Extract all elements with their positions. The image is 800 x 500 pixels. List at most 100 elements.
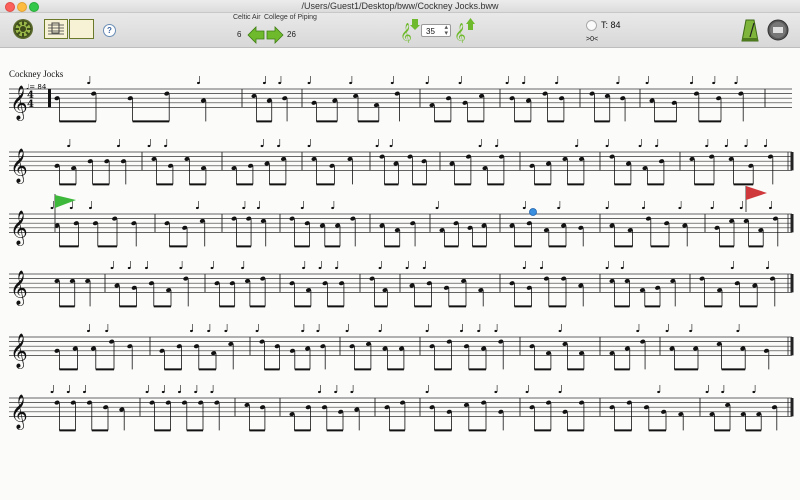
transpose-down-icon[interactable]: 𝄞 xyxy=(400,17,420,43)
grace-note xyxy=(307,81,311,85)
grace-note xyxy=(678,206,682,210)
right-arrow-icon[interactable] xyxy=(266,26,284,44)
composer-label: College of Piping xyxy=(264,14,317,21)
grace-note xyxy=(378,266,382,270)
grace-note xyxy=(645,81,649,85)
grace-note xyxy=(522,206,526,210)
grace-note xyxy=(50,390,54,394)
grace-note xyxy=(161,390,165,394)
grace-note xyxy=(435,206,439,210)
grace-note xyxy=(375,144,379,148)
view-mode-toggle[interactable] xyxy=(44,19,94,39)
grace-note xyxy=(705,390,709,394)
grace-note xyxy=(657,390,660,394)
grace-note xyxy=(197,81,200,85)
score-title: Cockney Jocks xyxy=(9,69,64,79)
grace-note xyxy=(494,329,498,333)
grace-note xyxy=(117,144,120,148)
grace-note xyxy=(66,390,70,394)
grace-note xyxy=(334,390,337,394)
grace-note xyxy=(89,206,92,210)
grace-note xyxy=(349,81,352,85)
grace-note xyxy=(478,144,482,148)
metronome-icon[interactable] xyxy=(740,17,760,43)
grace-note xyxy=(164,144,167,148)
grace-note xyxy=(525,390,529,394)
grace-note xyxy=(505,81,509,85)
grace-note xyxy=(458,81,462,85)
left-arrow-icon[interactable] xyxy=(247,26,265,44)
grace-note xyxy=(555,81,558,85)
grace-note xyxy=(350,390,354,394)
start-flag-icon xyxy=(55,195,76,208)
next-value: 26 xyxy=(287,30,296,39)
tempo-label: T: 84 xyxy=(601,20,621,30)
grace-note xyxy=(642,206,645,210)
grace-note xyxy=(345,329,349,333)
treble-clef-icon: 𝄞 xyxy=(10,333,28,369)
grace-note xyxy=(494,390,498,394)
grace-note xyxy=(752,390,756,394)
prev-value: 6 xyxy=(237,30,242,39)
grace-note xyxy=(50,206,54,210)
grace-note xyxy=(422,266,426,270)
grace-note xyxy=(256,206,260,210)
help-button[interactable]: ? xyxy=(103,24,116,37)
grace-note xyxy=(210,266,214,270)
gear-icon[interactable] xyxy=(12,18,34,40)
octave-stepper[interactable]: 35 ▴ ▾ xyxy=(421,24,451,37)
tempo-dot-icon[interactable] xyxy=(586,20,597,32)
end-flag-icon xyxy=(746,186,767,200)
grace-note xyxy=(145,390,149,394)
grace-note xyxy=(178,390,181,394)
grace-note xyxy=(195,206,199,210)
grace-note xyxy=(405,266,409,270)
grace-note xyxy=(262,81,266,85)
grace-note xyxy=(730,266,734,270)
grace-note xyxy=(744,144,748,148)
grace-note xyxy=(241,266,244,270)
repeat-bar xyxy=(48,89,51,108)
transpose-label: >0< xyxy=(586,36,599,43)
grace-note xyxy=(318,266,322,270)
grace-note xyxy=(331,206,334,210)
treble-clef-icon: 𝄞 xyxy=(10,210,28,246)
time-signature-bottom: 4 xyxy=(27,99,34,110)
grace-note xyxy=(724,144,728,148)
grace-note xyxy=(224,329,228,333)
grace-note xyxy=(705,144,708,148)
grace-note xyxy=(190,329,193,333)
stop-button-icon[interactable] xyxy=(767,19,789,41)
grace-note xyxy=(260,144,264,148)
grace-note xyxy=(522,81,525,85)
grace-note xyxy=(255,329,259,333)
grace-note xyxy=(278,81,282,85)
grace-note xyxy=(636,329,640,333)
grace-note xyxy=(605,206,609,210)
stepper-arrows-icon[interactable]: ▴ ▾ xyxy=(444,24,448,37)
grace-note xyxy=(145,266,148,270)
grace-note xyxy=(690,81,693,85)
grace-note xyxy=(307,144,311,148)
svg-text:𝄞: 𝄞 xyxy=(454,22,466,43)
transpose-up-icon[interactable]: 𝄞 xyxy=(454,17,476,43)
grace-note xyxy=(540,266,543,270)
grace-note xyxy=(69,206,73,210)
grace-note xyxy=(522,266,526,270)
score-canvas[interactable]: 𝄞 𝄞 𝄞 𝄞 𝄞 𝄞 ♩= 84 4 4 Cockney Jocks xyxy=(0,48,800,500)
grace-note xyxy=(300,206,304,210)
grace-note xyxy=(620,266,624,270)
grace-note xyxy=(736,329,740,333)
grace-note xyxy=(179,266,183,270)
grace-note xyxy=(460,329,463,333)
treble-clef-icon: 𝄞 xyxy=(10,394,28,430)
grace-note xyxy=(87,81,90,85)
grace-note xyxy=(557,206,560,210)
grace-note xyxy=(378,329,382,333)
grace-note xyxy=(242,206,246,210)
grace-note xyxy=(739,206,743,210)
treble-clef-icon: 𝄞 xyxy=(10,148,28,184)
grace-note xyxy=(477,329,480,333)
grace-note xyxy=(712,81,715,85)
grace-note xyxy=(425,81,429,85)
